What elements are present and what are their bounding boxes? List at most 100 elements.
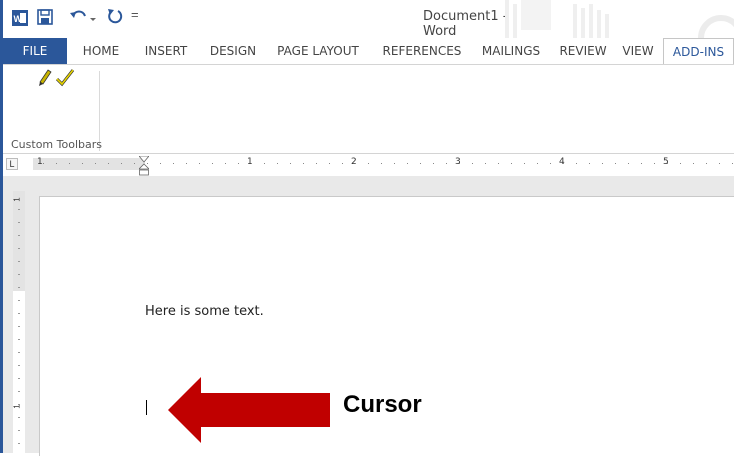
vertical-ruler-tick: [18, 443, 20, 444]
vertical-ruler-tick: [18, 248, 20, 249]
tab-references[interactable]: REFERENCES: [375, 38, 469, 64]
redo-icon[interactable]: [106, 7, 124, 25]
tab-view[interactable]: VIEW: [615, 38, 661, 64]
customize-qat-button[interactable]: =: [131, 6, 141, 24]
title-bar: W = Document1 - Word: [3, 0, 734, 39]
ruler-tick: [732, 163, 733, 164]
vertical-ruler-tick: [18, 313, 20, 314]
ruler-tick: [43, 163, 44, 164]
tab-review[interactable]: REVIEW: [553, 38, 613, 64]
ruler-tick: [108, 163, 109, 164]
ruler-tick: [56, 163, 57, 164]
ruler-tick: [277, 163, 278, 164]
vertical-ruler-tick: [18, 209, 20, 210]
ruler-tick: [420, 163, 421, 164]
ruler-tick: [472, 163, 473, 164]
tab-design[interactable]: DESIGN: [203, 38, 263, 64]
vertical-ruler-tick: [18, 287, 20, 288]
ruler-tick: [355, 163, 356, 164]
ruler-tick: [407, 163, 408, 164]
ruler-tick: [524, 163, 525, 164]
ruler-left-margin: [33, 158, 145, 170]
ruler-tick: [82, 163, 83, 164]
title-bar-decoration: [505, 0, 734, 38]
ruler-tick: [186, 163, 187, 164]
save-icon[interactable]: [37, 9, 53, 25]
pencil-icon[interactable]: [38, 69, 52, 87]
ruler-number: 3: [455, 157, 461, 167]
annotation-label: Cursor: [343, 391, 422, 418]
vertical-ruler-tick: [18, 300, 20, 301]
ruler-tick: [316, 163, 317, 164]
vertical-ruler-top-margin: [13, 191, 25, 291]
vertical-ruler-number: 1: [12, 197, 22, 202]
ruler-tick: [381, 163, 382, 164]
vertical-ruler-tick: [18, 261, 20, 262]
vertical-ruler[interactable]: 1 1: [13, 191, 25, 453]
vertical-ruler-tick: [18, 378, 20, 379]
document-text[interactable]: Here is some text.: [145, 304, 264, 319]
tab-page-layout[interactable]: PAGE LAYOUT: [269, 38, 367, 64]
ruler-tick: [719, 163, 720, 164]
ruler-tick: [238, 163, 239, 164]
ribbon-tabs: FILE HOME INSERT DESIGN PAGE LAYOUT REFE…: [3, 38, 734, 64]
tab-selector[interactable]: L: [6, 158, 18, 170]
ruler-tick: [95, 163, 96, 164]
word-app-icon[interactable]: W: [12, 10, 28, 26]
ruler-tick: [121, 163, 122, 164]
ribbon-group-label: Custom Toolbars: [11, 138, 102, 151]
ruler-tick: [667, 163, 668, 164]
ribbon-panel: Custom Toolbars: [3, 64, 734, 154]
undo-icon[interactable]: [69, 7, 97, 25]
ruler-tick: [498, 163, 499, 164]
ruler-tick: [602, 163, 603, 164]
ruler-tick: [693, 163, 694, 164]
ruler-tick: [394, 163, 395, 164]
ruler-tick: [173, 163, 174, 164]
ruler-tick: [134, 163, 135, 164]
ruler-tick: [225, 163, 226, 164]
ruler-number: 1: [37, 157, 43, 167]
ruler-number: 4: [559, 157, 565, 167]
vertical-ruler-tick: [18, 391, 20, 392]
vertical-ruler-tick: [18, 430, 20, 431]
ruler-tick: [511, 163, 512, 164]
ruler-tick: [459, 163, 460, 164]
ruler-tick: [680, 163, 681, 164]
ruler-tick: [303, 163, 304, 164]
ruler-tick: [251, 163, 252, 164]
ruler-number: 1: [247, 157, 253, 167]
ruler-tick: [433, 163, 434, 164]
ruler-tick: [654, 163, 655, 164]
tab-insert[interactable]: INSERT: [135, 38, 197, 64]
vertical-ruler-tick: [18, 352, 20, 353]
tab-mailings[interactable]: MAILINGS: [475, 38, 547, 64]
ruler-tick: [160, 163, 161, 164]
ruler-tick: [69, 163, 70, 164]
vertical-ruler-tick: [18, 235, 20, 236]
tab-file[interactable]: FILE: [3, 38, 67, 64]
ruler-tick: [485, 163, 486, 164]
tab-add-ins[interactable]: ADD-INS: [663, 38, 734, 64]
svg-text:W: W: [14, 14, 23, 24]
ruler-tick: [576, 163, 577, 164]
vertical-ruler-tick: [18, 326, 20, 327]
vertical-ruler-tick: [18, 222, 20, 223]
annotation-arrow-icon: [168, 377, 330, 443]
vertical-ruler-tick: [18, 274, 20, 275]
ruler-tick: [342, 163, 343, 164]
ruler-tick: [589, 163, 590, 164]
ruler-tick: [706, 163, 707, 164]
horizontal-ruler-area: L 1 1 2 3 4 5: [3, 154, 734, 176]
ruler-number: 2: [351, 157, 357, 167]
checkmark-icon[interactable]: [56, 69, 74, 87]
vertical-ruler-tick: [18, 404, 20, 405]
vertical-ruler-tick: [18, 365, 20, 366]
ruler-tick: [563, 163, 564, 164]
ruler-tick: [615, 163, 616, 164]
indent-marker-icon[interactable]: [139, 156, 149, 176]
ruler-number: 5: [663, 157, 669, 167]
ruler-tick: [212, 163, 213, 164]
ruler-tick: [446, 163, 447, 164]
tab-home[interactable]: HOME: [73, 38, 129, 64]
